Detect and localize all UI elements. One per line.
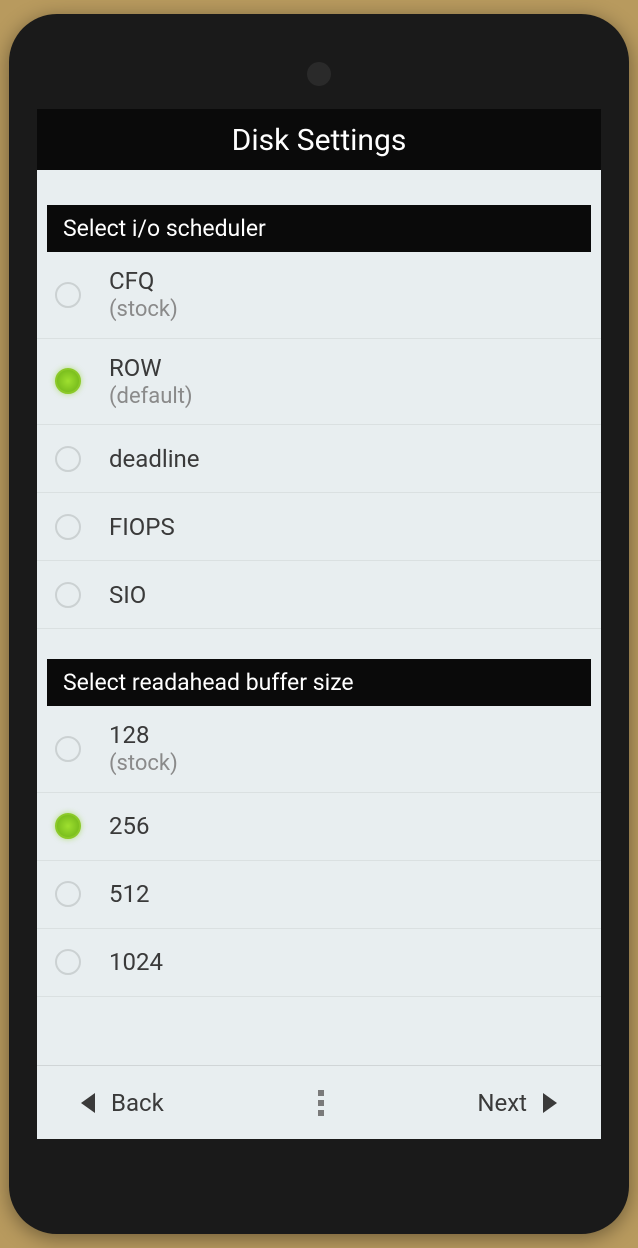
option-scheduler-sio[interactable]: SIO — [37, 561, 601, 629]
option-sub: (stock) — [109, 750, 178, 778]
radio-icon — [55, 736, 81, 762]
option-scheduler-deadline[interactable]: deadline — [37, 425, 601, 493]
chevron-left-icon — [81, 1093, 95, 1113]
radio-icon — [55, 881, 81, 907]
option-sub: (default) — [109, 383, 193, 411]
next-label: Next — [477, 1089, 527, 1117]
option-label: CFQ — [109, 266, 178, 296]
screen: Disk Settings Select i/o scheduler CFQ (… — [37, 109, 601, 1139]
option-text: 256 — [109, 811, 149, 841]
option-readahead-1024[interactable]: 1024 — [37, 929, 601, 997]
radio-icon — [55, 949, 81, 975]
option-label: FIOPS — [109, 512, 175, 542]
radio-icon — [55, 514, 81, 540]
menu-dots-icon[interactable] — [318, 1090, 324, 1116]
option-text: CFQ (stock) — [109, 266, 178, 324]
phone-frame: Disk Settings Select i/o scheduler CFQ (… — [9, 14, 629, 1234]
content-scroll[interactable]: Select i/o scheduler CFQ (stock) ROW (de… — [37, 170, 601, 1065]
section-header-scheduler: Select i/o scheduler — [47, 205, 591, 252]
option-text: FIOPS — [109, 512, 175, 542]
next-button[interactable]: Next — [477, 1089, 557, 1117]
option-text: deadline — [109, 444, 200, 474]
option-label: SIO — [109, 580, 146, 610]
option-scheduler-cfq[interactable]: CFQ (stock) — [37, 252, 601, 339]
page-title: Disk Settings — [37, 109, 601, 170]
option-readahead-256[interactable]: 256 — [37, 793, 601, 861]
option-text: SIO — [109, 580, 146, 610]
option-text: ROW (default) — [109, 353, 193, 411]
back-label: Back — [111, 1089, 164, 1117]
option-text: 1024 — [109, 947, 163, 977]
option-sub: (stock) — [109, 296, 178, 324]
radio-icon — [55, 813, 81, 839]
radio-icon — [55, 446, 81, 472]
option-scheduler-row[interactable]: ROW (default) — [37, 339, 601, 426]
option-label: 256 — [109, 811, 149, 841]
option-scheduler-fiops[interactable]: FIOPS — [37, 493, 601, 561]
option-label: 512 — [109, 879, 149, 909]
option-label: ROW — [109, 353, 193, 383]
option-label: deadline — [109, 444, 200, 474]
option-label: 1024 — [109, 947, 163, 977]
option-text: 128 (stock) — [109, 720, 178, 778]
option-readahead-512[interactable]: 512 — [37, 861, 601, 929]
back-button[interactable]: Back — [81, 1089, 164, 1117]
radio-icon — [55, 368, 81, 394]
option-label: 128 — [109, 720, 178, 750]
footer-bar: Back Next — [37, 1065, 601, 1139]
radio-icon — [55, 282, 81, 308]
section-header-readahead: Select readahead buffer size — [47, 659, 591, 706]
radio-icon — [55, 582, 81, 608]
option-readahead-128[interactable]: 128 (stock) — [37, 706, 601, 793]
option-text: 512 — [109, 879, 149, 909]
chevron-right-icon — [543, 1093, 557, 1113]
